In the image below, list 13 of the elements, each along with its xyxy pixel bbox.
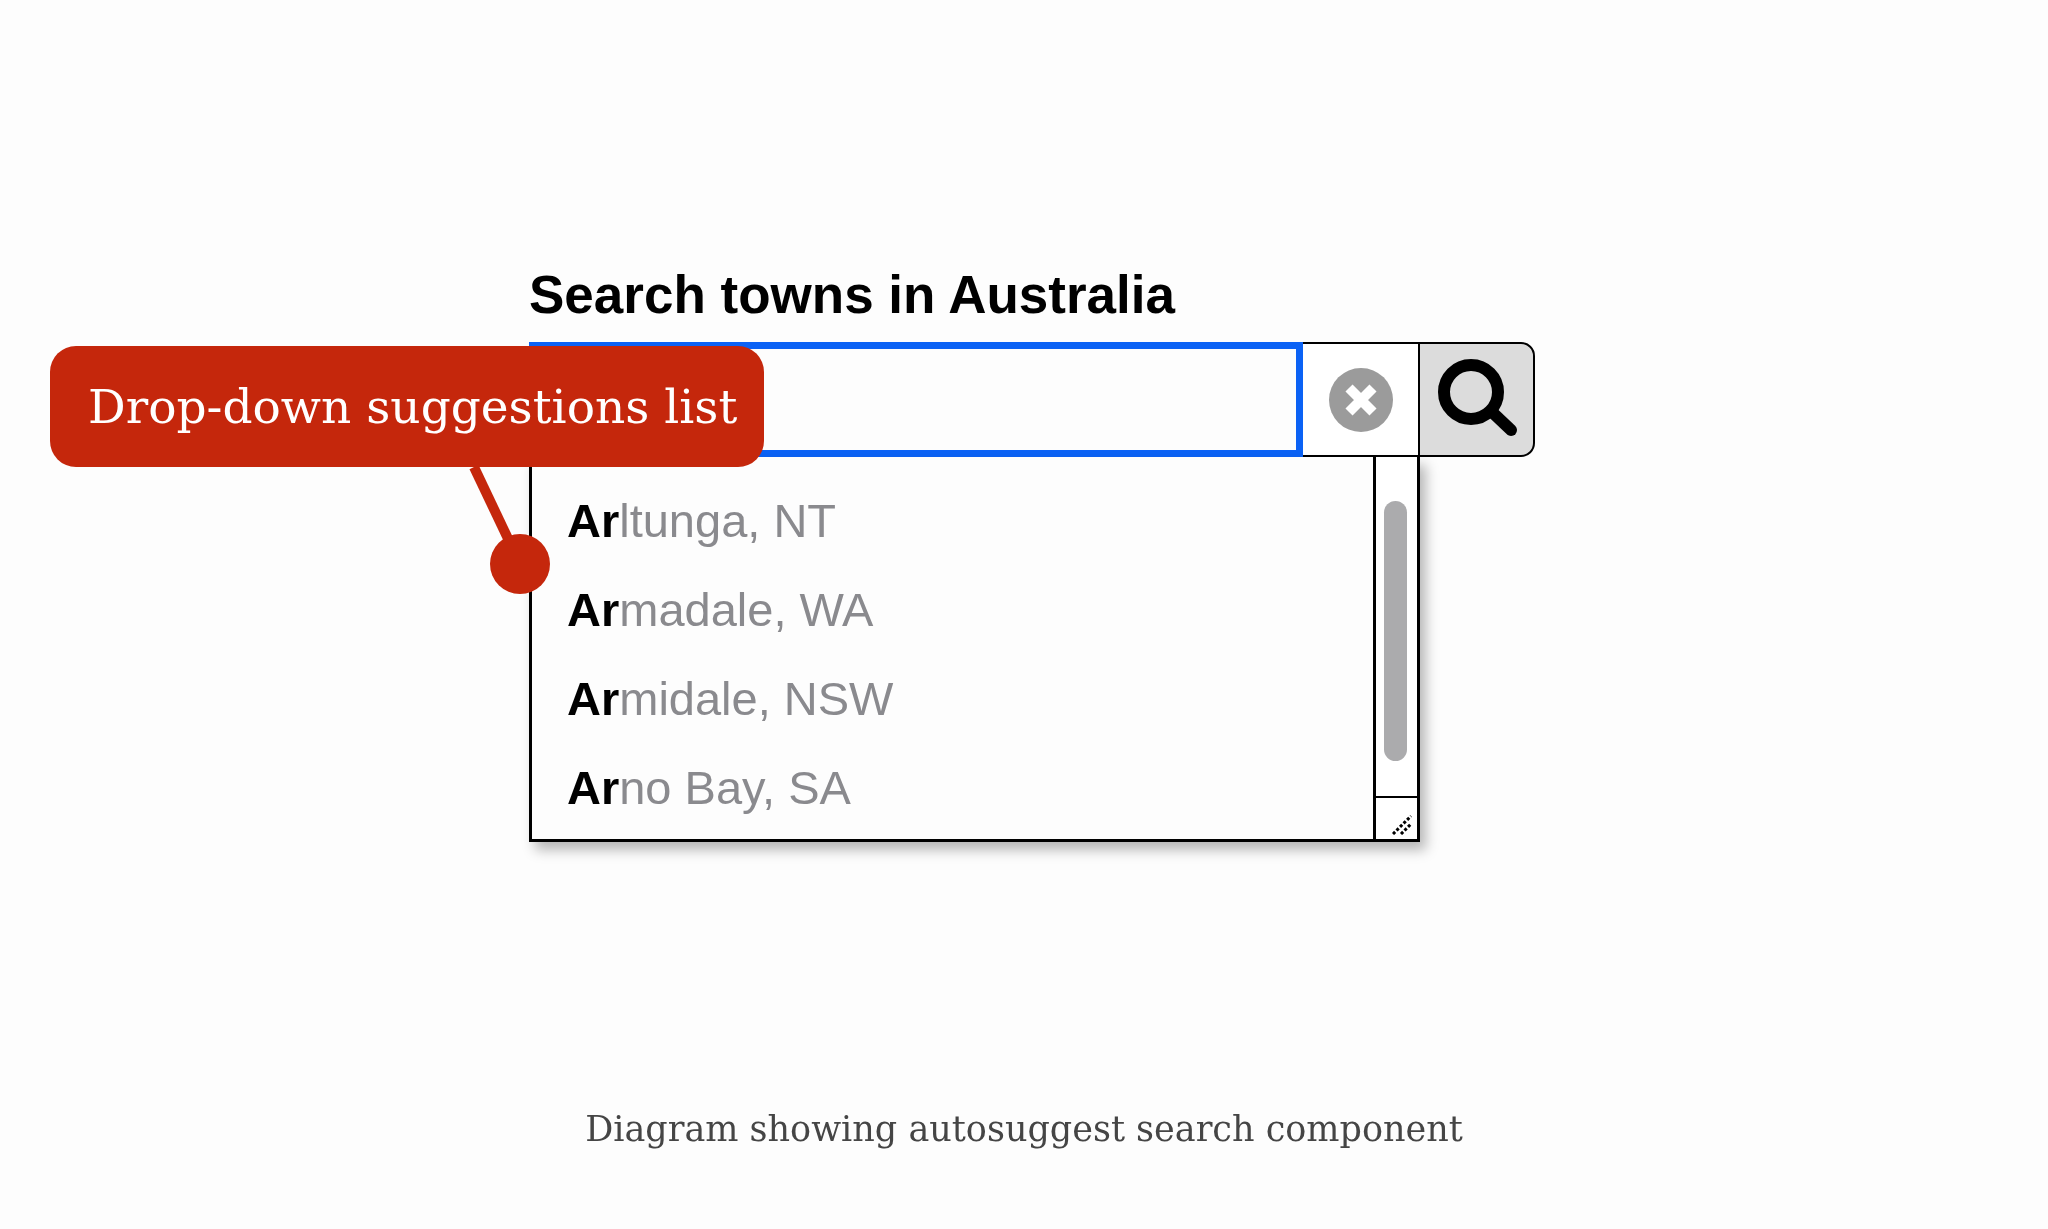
suggestion-item[interactable]: Armidale, NSW: [532, 654, 1373, 743]
diagram-caption: Diagram showing autosuggest search component: [585, 1108, 1463, 1151]
scrollbar-thumb[interactable]: [1384, 501, 1407, 761]
search-heading: Search towns in Australia: [529, 265, 1175, 325]
resize-grip-icon[interactable]: [1392, 815, 1412, 835]
suggestion-item[interactable]: Arno Bay, SA: [532, 743, 1373, 832]
search-icon: [1437, 358, 1518, 437]
suggestion-item[interactable]: Armadale, WA: [532, 565, 1373, 654]
suggestion-item[interactable]: Arltunga, NT: [532, 476, 1373, 565]
callout-tooltip: Drop-down suggestions list: [50, 346, 764, 467]
clear-icon: [1328, 367, 1393, 432]
search-button[interactable]: [1418, 342, 1535, 457]
clear-button[interactable]: [1303, 342, 1418, 457]
